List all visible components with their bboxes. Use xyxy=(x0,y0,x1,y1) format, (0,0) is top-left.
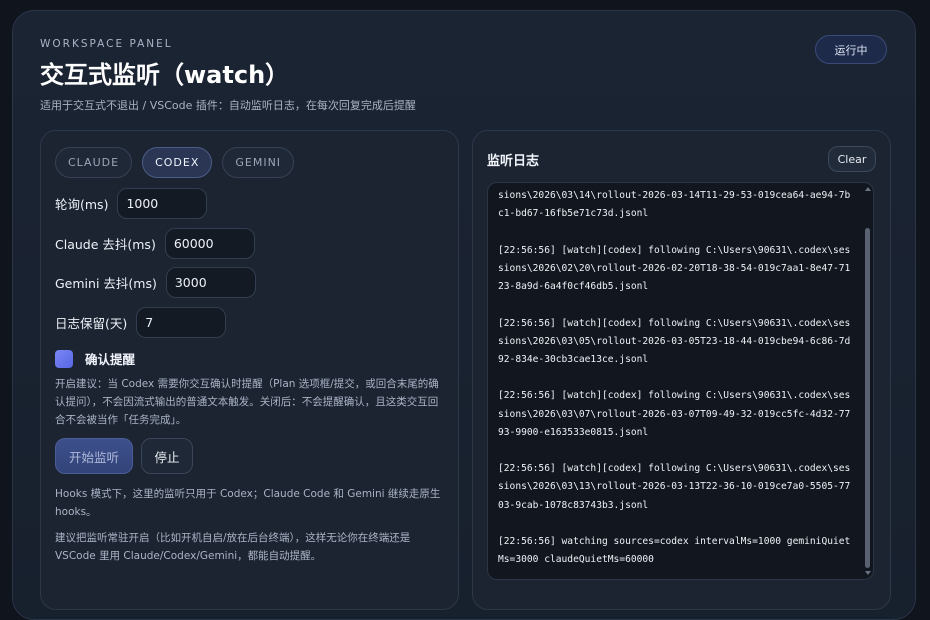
start-button[interactable]: 开始监听 xyxy=(55,438,133,474)
log-retention-label: 日志保留(天) xyxy=(55,316,128,331)
page-title: 交互式监听（watch） xyxy=(40,61,290,89)
tab-claude[interactable]: CLAUDE xyxy=(55,147,133,178)
log-entry: [22:56:56] [watch][codex] following C:\U… xyxy=(498,190,851,220)
gemini-debounce-input[interactable]: 3000 xyxy=(165,267,256,298)
log-content: [22:56:56] [watch][codex] following C:\U… xyxy=(498,183,855,579)
page-subtitle: 适用于交互式不退出 / VSCode 插件：自动监听日志，在每次回复完成后提醒 xyxy=(40,99,416,112)
log-retention-row: 日志保留(天) 7 xyxy=(55,307,227,338)
claude-debounce-input[interactable]: 60000 xyxy=(164,228,255,259)
poll-input[interactable]: 1000 xyxy=(117,188,208,219)
log-entry: [22:56:56] [watch][codex] following C:\U… xyxy=(498,244,851,293)
gemini-debounce-label: Gemini 去抖(ms) xyxy=(55,276,157,291)
log-viewer[interactable]: [22:56:56] [watch][codex] following C:\U… xyxy=(487,182,874,580)
log-title: 监听日志 xyxy=(487,154,540,169)
confirm-checkbox[interactable] xyxy=(55,349,73,368)
tab-codex[interactable]: CODEX xyxy=(142,147,213,178)
poll-row: 轮询(ms) 1000 xyxy=(55,188,208,219)
settings-card: CLAUDE CODEX GEMINI 轮询(ms) 1000 Claude 去… xyxy=(40,130,459,610)
confirm-hint: 开启建议：当 Codex 需要你交互确认时提醒（Plan 选项框/提交，或回合末… xyxy=(55,378,439,426)
log-scrollbar[interactable] xyxy=(865,228,870,568)
poll-label: 轮询(ms) xyxy=(55,197,109,212)
log-entry: [22:56:56] [watch][codex] following C:\U… xyxy=(498,463,851,511)
log-entry: [22:56:56] [watch][codex] following C:\U… xyxy=(498,317,851,365)
log-entry: [22:56:56] watching sources=codex interv… xyxy=(498,535,851,566)
source-tabs: CLAUDE CODEX GEMINI xyxy=(55,147,295,178)
confirm-label: 确认提醒 xyxy=(85,352,136,367)
log-retention-input[interactable]: 7 xyxy=(136,307,227,338)
workspace-panel: WORKSPACE PANEL 交互式监听（watch） 适用于交互式不退出 /… xyxy=(12,10,916,620)
advice-note: 建议把监听常驻开启（比如开机自启/放在后台终端），这样无论你在终端还是 VSCo… xyxy=(55,532,411,562)
status-badge: 运行中 xyxy=(815,35,887,64)
scroll-up-arrow-icon[interactable] xyxy=(865,187,871,191)
gemini-debounce-row: Gemini 去抖(ms) 3000 xyxy=(55,267,256,298)
log-card: 监听日志 Clear [22:56:56] [watch][codex] fol… xyxy=(472,130,891,610)
confirm-row: 确认提醒 xyxy=(55,349,135,368)
panel-eyebrow: WORKSPACE PANEL xyxy=(40,38,173,50)
claude-debounce-label: Claude 去抖(ms) xyxy=(55,237,156,252)
tab-gemini[interactable]: GEMINI xyxy=(222,147,295,178)
stop-button[interactable]: 停止 xyxy=(141,438,193,474)
hooks-note: Hooks 模式下，这里的监听只用于 Codex；Claude Code 和 G… xyxy=(55,488,441,518)
claude-debounce-row: Claude 去抖(ms) 60000 xyxy=(55,228,255,259)
log-entry: [22:56:56] [watch][codex] following C:\U… xyxy=(498,390,851,438)
scroll-down-arrow-icon[interactable] xyxy=(865,571,871,575)
clear-button[interactable]: Clear xyxy=(828,146,876,172)
